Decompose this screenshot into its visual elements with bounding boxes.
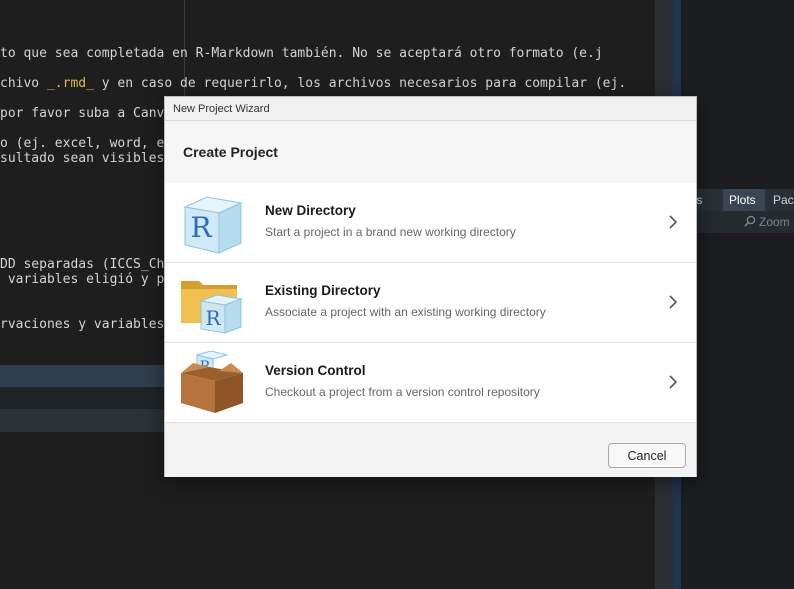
dialog-header: Create Project bbox=[165, 121, 696, 184]
option-title: Existing Directory bbox=[265, 283, 381, 298]
editor-line: chivo _.rmd_ y en caso de requerirlo, lo… bbox=[0, 76, 627, 91]
tab-packages[interactable]: Pack bbox=[767, 189, 794, 211]
chevron-right-icon bbox=[669, 215, 678, 229]
editor-line: rvaciones y variables bbox=[0, 317, 165, 332]
editor-line: o (ej. excel, word, e bbox=[0, 136, 165, 151]
console-tab-bar bbox=[0, 365, 170, 387]
dialog-footer: Cancel bbox=[165, 423, 696, 477]
box-r-icon: R bbox=[181, 351, 243, 413]
cancel-button[interactable]: Cancel bbox=[608, 443, 686, 468]
editor-line: por favor suba a Canv bbox=[0, 106, 165, 121]
editor-line: to que sea completada en R-Markdown tamb… bbox=[0, 46, 603, 61]
chevron-right-icon bbox=[669, 295, 678, 309]
editor-line: variables eligió y p bbox=[0, 272, 165, 287]
option-title: Version Control bbox=[265, 363, 366, 378]
dialog-heading: Create Project bbox=[183, 144, 278, 160]
folder-r-icon: R bbox=[181, 281, 243, 334]
chevron-right-icon bbox=[669, 375, 678, 389]
magnifier-icon bbox=[744, 215, 756, 227]
option-description: Associate a project with an existing wor… bbox=[265, 305, 546, 319]
option-version-control[interactable]: R Version Control Checkout a project fro… bbox=[165, 343, 696, 423]
zoom-button[interactable]: Zoom bbox=[759, 211, 790, 233]
r-cube-icon: R bbox=[183, 196, 243, 254]
option-description: Start a project in a brand new working d… bbox=[265, 225, 516, 239]
svg-text:R: R bbox=[205, 306, 221, 330]
editor-line: DD separadas (ICCS_Ch bbox=[0, 257, 165, 272]
option-existing-directory[interactable]: R Existing Directory Associate a project… bbox=[165, 263, 696, 343]
dialog-title-bar: New Project Wizard bbox=[165, 97, 696, 121]
editor-line: sultado sean visibles bbox=[0, 151, 165, 166]
console-toolbar bbox=[0, 387, 170, 409]
svg-text:R: R bbox=[190, 211, 212, 244]
option-new-directory[interactable]: R New Directory Start a project in a bra… bbox=[165, 183, 696, 263]
new-project-wizard-dialog: New Project Wizard Create Project R New … bbox=[164, 96, 697, 477]
option-description: Checkout a project from a version contro… bbox=[265, 385, 540, 399]
files-plots-pane bbox=[681, 0, 794, 589]
console-header bbox=[0, 409, 170, 432]
tab-plots[interactable]: Plots bbox=[723, 189, 765, 211]
option-title: New Directory bbox=[265, 203, 356, 218]
